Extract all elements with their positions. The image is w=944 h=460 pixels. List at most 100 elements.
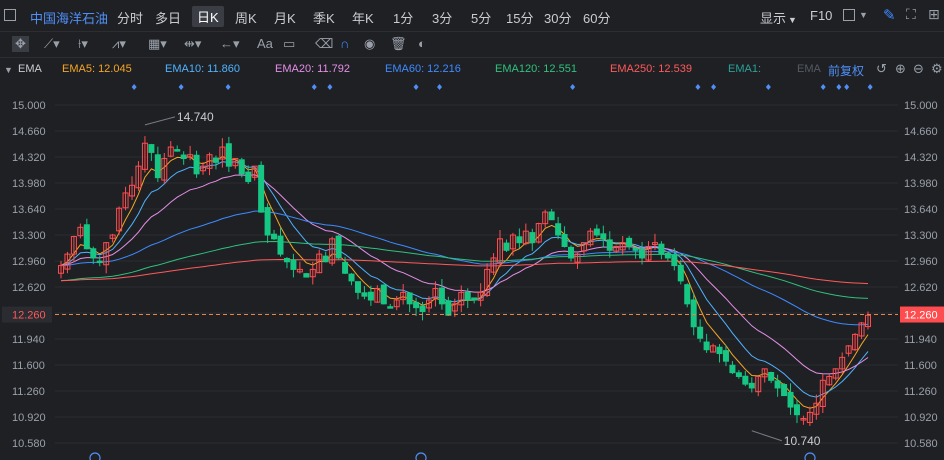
chevron-down-icon[interactable]: ▼ [859,10,868,20]
current-price-label-left: 12.260 [12,310,46,322]
indicator-name[interactable]: EMA [18,63,42,75]
y-tick-label-right: 10.920 [904,412,938,424]
event-marker-icon [711,84,717,90]
dividend-marker-icon [804,452,816,460]
ema120-line [60,240,869,299]
candle-body [793,404,800,416]
pen-icon[interactable]: ✎ [883,6,896,24]
settings-icon[interactable]: ⚙ [931,61,943,77]
tab-period-5min[interactable]: 5分 [471,8,491,27]
event-marker-icon [570,84,576,90]
candle-body [322,255,329,263]
candle-body [781,384,788,397]
candle-body [445,300,452,316]
candle-body [335,235,342,259]
ema5-value: EMA5: 12.045 [62,63,132,75]
candlestick-chart[interactable]: 15.000 15.000 14.660 14.660 14.320 14.320 13.9… [0,82,944,460]
candle-body [354,281,361,293]
tab-period-yuek[interactable]: 月K [274,8,296,27]
arrow-tool-icon[interactable]: ←▾ [220,36,240,52]
grid-icon[interactable]: ⊞ [928,6,940,23]
tab-period-rik[interactable]: 日K [192,6,224,27]
y-tick-label-left: 10.920 [12,412,46,424]
toggle-icon[interactable]: ◐ [418,36,426,51]
chevron-down-icon[interactable]: ▼ [4,65,13,75]
ema60-value: EMA60: 12.216 [385,63,461,75]
candle-body [290,259,297,270]
event-marker-icon [844,84,850,90]
crosshair-icon[interactable]: ✥ [12,36,29,52]
trash-icon[interactable]: 🗑 [390,36,407,52]
comment-icon[interactable]: ▭ [283,36,295,52]
display-label: 显示 [760,11,787,26]
event-marker-icon [836,84,842,90]
layout-icon[interactable] [843,9,855,21]
candle-body [212,157,219,163]
eraser-icon[interactable]: ⌫ [315,36,333,52]
fib-tool-icon[interactable]: ▦▾ [148,36,167,52]
event-marker-icon [131,84,137,90]
tab-period-30min[interactable]: 30分 [544,8,571,27]
y-tick-label-right: 13.980 [904,178,938,190]
magnet-icon[interactable]: ∩ [340,36,349,51]
ema250-value: EMA250: 12.539 [610,63,692,75]
dividend-marker-icon [89,452,101,460]
fullscreen-icon[interactable]: ⛶ [906,6,916,23]
tab-period-1min[interactable]: 1分 [393,8,413,27]
y-tick-label-right: 12.620 [904,282,938,294]
ray-tool-icon[interactable]: ⟊▾ [78,36,88,52]
adjust-mode-button[interactable]: 前复权 [828,62,864,79]
candle-body [735,372,742,377]
tab-period-jik[interactable]: 季K [313,8,335,27]
panel-toggle-icon[interactable] [4,9,16,21]
event-marker-icon [437,84,443,90]
candle-body [593,228,600,236]
candle-body [258,164,265,213]
y-tick-label-left: 11.940 [12,334,45,346]
candle-body [606,239,613,251]
remove-icon[interactable]: ⊖ [913,61,924,77]
tab-period-60min[interactable]: 60分 [583,8,610,27]
candle-body [225,143,232,167]
ema60-line [60,210,869,326]
y-tick-label-left: 10.580 [12,438,46,450]
y-tick-label-left: 13.300 [12,230,46,242]
candle-body [148,144,155,153]
tab-period-zhouk[interactable]: 周K [235,8,257,27]
wave-tool-icon[interactable]: ⩘▾ [112,36,126,52]
tab-period-duori[interactable]: 多日 [155,8,181,27]
candle-body [729,364,736,374]
candle-body [406,292,413,305]
candle-body [626,237,633,247]
candle-body [787,391,794,408]
y-tick-label-right: 15.000 [904,100,938,112]
stock-name[interactable]: 中国海洋石油 [30,8,108,27]
candle-body [697,326,704,339]
candle-body [722,350,729,362]
y-tick-label-left: 12.960 [12,256,46,268]
candle-body [548,211,555,221]
event-marker-icon [413,84,419,90]
y-tick-label-right: 11.600 [904,360,937,372]
eye-icon[interactable]: ◉ [364,36,375,52]
candle-body [677,264,684,282]
candle-body [380,284,387,305]
tab-period-3min[interactable]: 3分 [432,8,452,27]
candle-body [303,273,310,278]
annotation-leader [144,116,176,126]
tab-period-15min[interactable]: 15分 [506,8,533,27]
candle-body [684,284,691,305]
measure-tool-icon[interactable]: ⇹▾ [184,36,201,52]
undo-icon[interactable]: ↺ [876,61,887,77]
candle-body [271,233,278,240]
candle-body [387,306,394,309]
text-tool-icon[interactable]: Aa [257,36,273,51]
line-tool-icon[interactable]: ⟋▾ [44,36,60,52]
tab-period-fenshi[interactable]: 分时 [117,8,143,27]
tab-period-niank[interactable]: 年K [352,8,374,27]
add-icon[interactable]: ⊕ [895,61,906,77]
high-price-annotation: 14.740 [177,110,214,124]
y-tick-label-right: 14.320 [904,152,938,164]
f10-button[interactable]: F10 [810,8,832,23]
display-menu[interactable]: 显示 ▼ [760,8,797,27]
